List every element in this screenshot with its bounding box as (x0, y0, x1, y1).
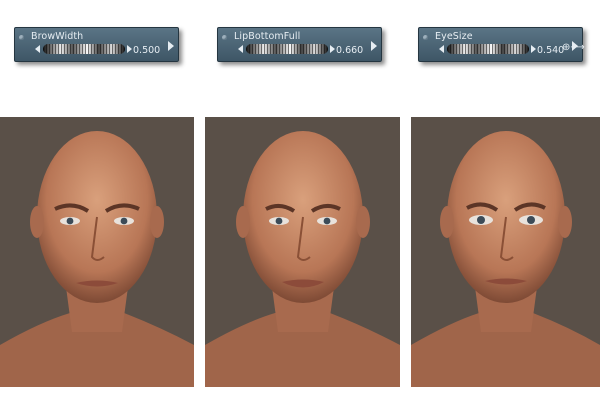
render-viewport-eyesize (411, 117, 600, 387)
parameter-dial-lipbottomfull[interactable]: LipBottomFull 0.660 (217, 27, 382, 62)
dial-indicator-dot (19, 35, 24, 40)
dial-menu-arrow-icon[interactable] (572, 41, 578, 51)
dial-slider-track[interactable] (246, 44, 328, 54)
dial-menu-arrow-icon[interactable] (371, 41, 377, 51)
increase-arrow-icon[interactable] (127, 45, 132, 53)
render-viewport-browwidth (0, 117, 194, 387)
head-render-image (205, 131, 400, 387)
decrease-arrow-icon[interactable] (238, 45, 243, 53)
decrease-arrow-icon[interactable] (35, 45, 40, 53)
parameter-dial-browwidth[interactable]: BrowWidth 0.500 (14, 27, 179, 62)
dial-value[interactable]: 0.660 (336, 45, 363, 56)
dial-label: BrowWidth (31, 31, 84, 42)
decrease-arrow-icon[interactable] (439, 45, 444, 53)
increase-arrow-icon[interactable] (531, 45, 536, 53)
dial-value[interactable]: 0.540 (537, 45, 564, 56)
dial-label: LipBottomFull (234, 31, 301, 42)
increase-arrow-icon[interactable] (330, 45, 335, 53)
dial-indicator-dot (423, 35, 428, 40)
parameter-dial-eyesize[interactable]: EyeSize 0.540 ⊕⟶ (418, 27, 585, 62)
dial-indicator-dot (222, 35, 227, 40)
dial-value[interactable]: 0.500 (133, 45, 160, 56)
head-render-image (0, 131, 194, 387)
render-viewport-lipbottomfull (205, 117, 400, 387)
dial-label: EyeSize (435, 31, 473, 42)
dial-slider-track[interactable] (43, 44, 125, 54)
head-render-image (411, 131, 600, 387)
dial-menu-arrow-icon[interactable] (168, 41, 174, 51)
dial-slider-track[interactable] (447, 44, 529, 54)
